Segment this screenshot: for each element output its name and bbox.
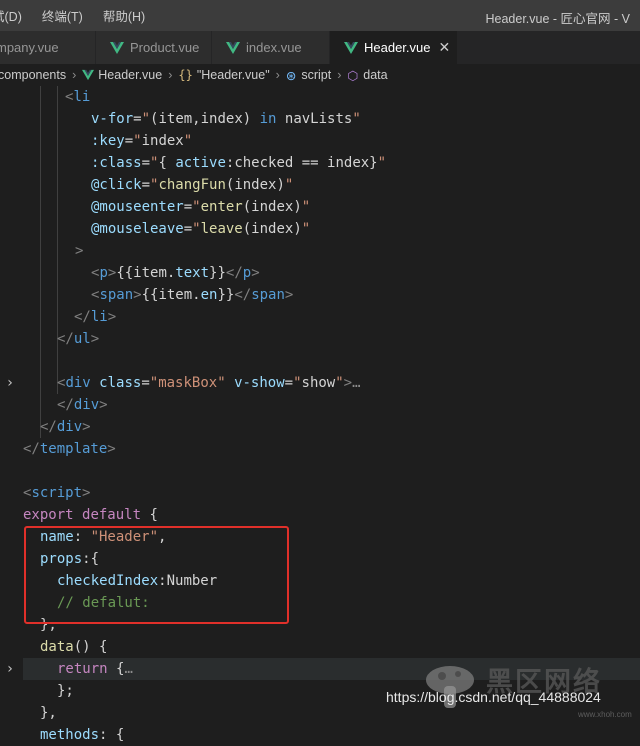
vue-icon [344, 41, 358, 54]
tab-header[interactable]: Header.vue ✕ [330, 31, 458, 64]
chevron-right-icon[interactable]: › [3, 372, 17, 394]
code-line: </div> [57, 397, 108, 413]
code-line: › <div class="maskBox" v-show="show">… [7, 372, 640, 394]
code-line: export default { [23, 507, 158, 523]
menu-terminal[interactable]: 终端(T) [42, 6, 83, 25]
cube-icon: ⬡ [347, 68, 359, 83]
tab-label: index.vue [246, 40, 302, 55]
editor-gutter [0, 86, 22, 719]
breadcrumb-script[interactable]: script [301, 68, 331, 82]
tab-product[interactable]: Product.vue [96, 31, 212, 64]
vue-icon [82, 69, 95, 81]
code-line: }, [40, 705, 57, 721]
code-line: @click="changFun(index)" [91, 177, 294, 193]
title-bar: 试(D) 终端(T) 帮助(H) Header.vue - 匠心官网 - V [0, 0, 640, 31]
chevron-right-icon: › [72, 68, 77, 82]
code-line: </template> [23, 441, 116, 457]
menu-help[interactable]: 帮助(H) [103, 6, 145, 25]
code-line: </li> [74, 309, 117, 325]
menu-debug[interactable]: 试(D) [0, 6, 22, 25]
code-line: <li [65, 89, 91, 105]
tab-label: Header.vue [364, 40, 431, 55]
breadcrumb-data[interactable]: data [363, 68, 387, 82]
watermark-url: https://blog.csdn.net/qq_44888024 [386, 689, 601, 705]
chevron-right-icon: › [168, 68, 173, 82]
code-line: v-for="(item,index) in navLists" [91, 111, 361, 127]
braces-icon: {} [178, 68, 193, 82]
code-line: methods: { [40, 727, 125, 743]
code-line: :class="{ active:checked == index}" [91, 155, 387, 171]
vue-icon [110, 41, 124, 54]
tab-label: Product.vue [130, 40, 200, 55]
breadcrumb-file[interactable]: Header.vue [98, 68, 162, 82]
highlight-box [24, 526, 289, 624]
chevron-right-icon: › [275, 68, 280, 82]
tab-label: mpany.vue [0, 40, 59, 55]
code-line: > [75, 243, 84, 259]
code-line: <span>{{item.en}}</span> [91, 287, 294, 303]
breadcrumb-folder[interactable]: components [0, 68, 66, 82]
menu-bar: 试(D) 终端(T) 帮助(H) [0, 6, 165, 25]
editor-tabs: mpany.vue Product.vue index.vue Header.v… [0, 31, 640, 64]
code-line: :key="index" [91, 133, 193, 149]
code-line: <script> [23, 485, 91, 501]
breadcrumb-component[interactable]: "Header.vue" [197, 68, 270, 82]
code-editor[interactable]: <li v-for="(item,index) in navLists" :ke… [0, 86, 640, 743]
chevron-right-icon[interactable]: › [3, 658, 17, 680]
tab-index[interactable]: index.vue [212, 31, 330, 64]
code-line: </ul> [57, 331, 100, 347]
chevron-right-icon: › [337, 68, 342, 82]
code-line: @mouseleave="leave(index)" [91, 221, 311, 237]
code-line: <p>{{item.text}}</p> [91, 265, 260, 281]
vue-icon [226, 41, 240, 54]
close-icon[interactable]: ✕ [439, 39, 451, 56]
tab-company[interactable]: mpany.vue [0, 31, 96, 64]
symbol-script-icon: ⊛ [285, 68, 297, 83]
window-title: Header.vue - 匠心官网 - V [485, 12, 631, 26]
code-line: @mouseenter="enter(index)" [91, 199, 311, 215]
code-line: </div> [40, 419, 91, 435]
breadcrumb: components › Header.vue › {} "Header.vue… [0, 64, 640, 86]
mushroom-logo-icon [426, 666, 474, 708]
code-line: data() { [40, 639, 108, 655]
code-area[interactable]: <li v-for="(item,index) in navLists" :ke… [7, 86, 640, 746]
watermark-sub: www.xhoh.com [578, 710, 632, 719]
